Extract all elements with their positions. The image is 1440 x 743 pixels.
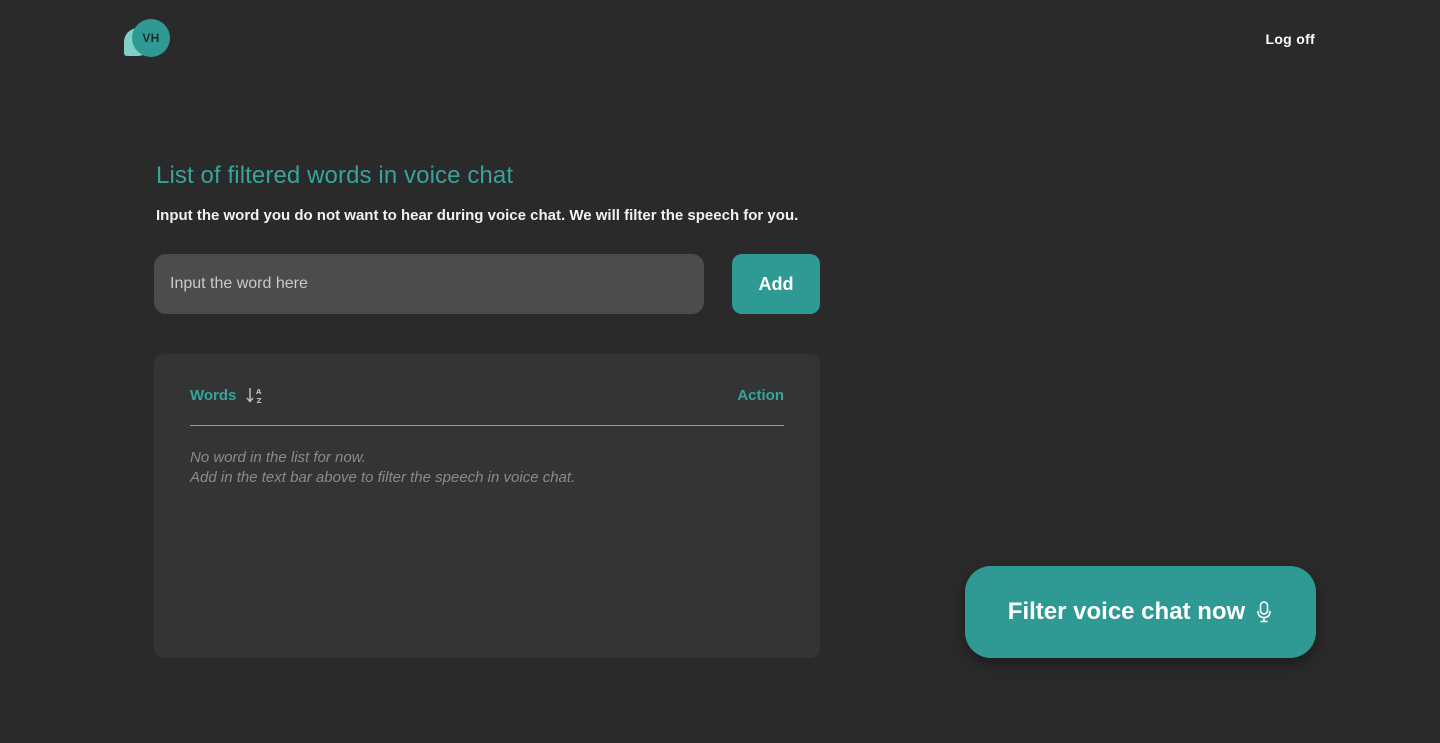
word-input[interactable] xyxy=(154,254,704,314)
microphone-icon xyxy=(1255,600,1273,624)
app-logo[interactable]: VH xyxy=(122,18,172,60)
svg-text:Z: Z xyxy=(257,397,262,404)
column-words-label: Words xyxy=(190,386,237,404)
empty-state-line-1: No word in the list for now. xyxy=(190,449,366,466)
column-action: Action xyxy=(737,387,784,404)
filter-voice-chat-label: Filter voice chat now xyxy=(1007,598,1246,625)
add-button[interactable]: Add xyxy=(732,254,820,314)
logoff-link[interactable]: Log off xyxy=(1265,31,1315,47)
filter-voice-chat-button[interactable]: Filter voice chat now xyxy=(965,566,1316,658)
logo-text: VH xyxy=(142,31,160,45)
empty-state-line-2: Add in the text bar above to filter the … xyxy=(190,469,576,486)
empty-state-message: No word in the list for now. Add in the … xyxy=(190,448,575,488)
page-subtitle: Input the word you do not want to hear d… xyxy=(156,207,799,224)
page-title: List of filtered words in voice chat xyxy=(156,162,514,189)
logo-bubble-front: VH xyxy=(132,19,170,57)
svg-text:A: A xyxy=(256,388,262,396)
filtered-words-table: Words A Z Action No word in the list for… xyxy=(154,354,820,658)
table-header: Words A Z Action xyxy=(190,380,784,426)
page: VH Log off List of filtered words in voi… xyxy=(0,0,1440,743)
column-words: Words A Z xyxy=(190,380,264,406)
sort-alpha-icon[interactable]: A Z xyxy=(246,386,264,405)
